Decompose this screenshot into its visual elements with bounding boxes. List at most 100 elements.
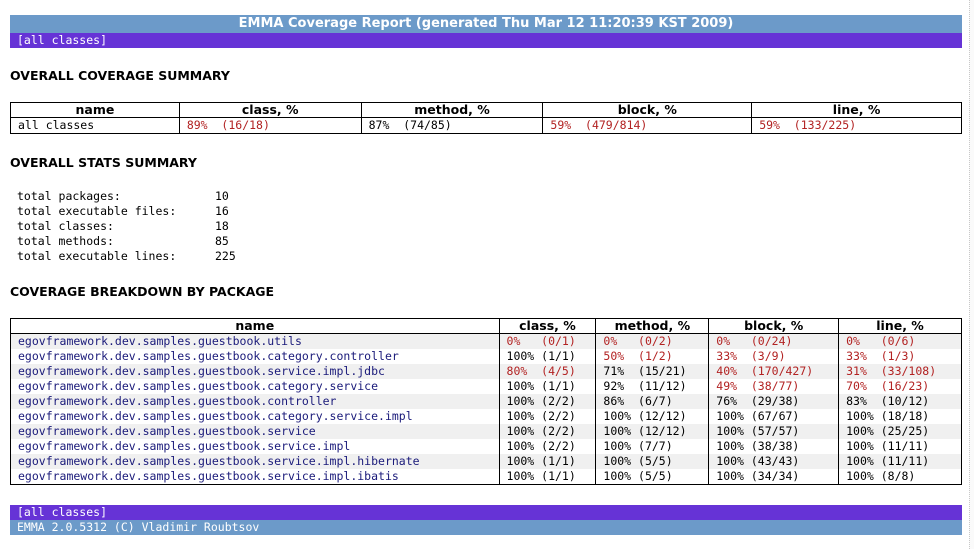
package-link[interactable]: egovframework.dev.samples.guestbook.serv… [18,424,316,438]
package-name-cell: egovframework.dev.samples.guestbook.cate… [10,409,500,424]
line-coverage: 100% (11/11) [838,454,962,469]
line-coverage: 100% (8/8) [838,469,962,485]
stat-value: 10 [215,189,229,203]
block-coverage: 100% (43/43) [708,454,840,469]
package-name-cell: egovframework.dev.samples.guestbook.serv… [10,454,500,469]
block-coverage: 100% (57/57) [708,424,840,439]
block-coverage: 0% (0/24) [708,333,840,349]
class-coverage: 80% (4/5) [498,364,597,379]
window-scrollbar[interactable] [969,0,974,549]
overall-coverage-heading: OVERALL COVERAGE SUMMARY [10,68,230,83]
line-coverage: 100% (11/11) [838,439,962,454]
method-coverage: 100% (5/5) [595,454,710,469]
block-coverage: 33% (3/9) [708,349,840,364]
table-row: all classes 89% (16/18) 87% (74/85) 59% … [10,117,962,134]
package-link[interactable]: egovframework.dev.samples.guestbook.serv… [18,364,385,378]
line-coverage: 31% (33/108) [838,364,962,379]
table-row: egovframework.dev.samples.guestbook.util… [10,333,962,349]
package-breakdown-table: name class, % method, % block, % line, %… [10,318,962,485]
stat-row: total packages: 10 [17,189,236,204]
class-coverage: 100% (2/2) [498,409,597,424]
block-coverage: 40% (170/427) [708,364,840,379]
table-row: egovframework.dev.samples.guestbook.cate… [10,409,962,424]
col-header-block: block, % [708,318,840,334]
package-link[interactable]: egovframework.dev.samples.guestbook.cate… [18,379,378,393]
class-coverage: 89% (16/18) [178,117,362,134]
table-row: egovframework.dev.samples.guestbook.serv… [10,439,962,454]
footer-credit: EMMA 2.0.5312 (C) Vladimir Roubtsov [10,520,962,535]
method-coverage: 100% (12/12) [595,409,710,424]
stats-summary-list: total packages: 10 total executable files… [17,189,236,264]
block-coverage: 49% (38/77) [708,379,840,394]
stat-label: total packages: [17,189,121,203]
method-coverage: 0% (0/2) [595,333,710,349]
row-name: all classes [10,117,180,134]
col-header-name: name [10,102,180,118]
package-link[interactable]: egovframework.dev.samples.guestbook.cate… [18,409,413,423]
package-link[interactable]: egovframework.dev.samples.guestbook.cate… [18,349,399,363]
table-header-row: name class, % method, % block, % line, % [10,318,962,334]
all-classes-link[interactable]: [all classes] [17,33,107,47]
package-name-cell: egovframework.dev.samples.guestbook.serv… [10,469,500,485]
all-classes-link-bottom[interactable]: [all classes] [17,505,107,519]
top-nav-bar: [all classes] [10,33,962,48]
table-row: egovframework.dev.samples.guestbook.cate… [10,349,962,364]
package-name-cell: egovframework.dev.samples.guestbook.serv… [10,364,500,379]
line-coverage: 83% (10/12) [838,394,962,409]
class-coverage: 100% (1/1) [498,349,597,364]
class-coverage: 100% (2/2) [498,394,597,409]
stat-row: total executable lines: 225 [17,249,236,264]
line-coverage: 100% (18/18) [838,409,962,424]
col-header-method: method, % [360,102,544,118]
package-name-cell: egovframework.dev.samples.guestbook.cate… [10,349,500,364]
package-rows: egovframework.dev.samples.guestbook.util… [10,333,962,485]
class-coverage: 100% (2/2) [498,439,597,454]
col-header-class: class, % [178,102,362,118]
footer: [all classes] EMMA 2.0.5312 (C) Vladimir… [10,505,962,535]
line-coverage: 33% (1/3) [838,349,962,364]
stat-row: total executable files: 16 [17,204,236,219]
line-coverage: 59% (133/225) [751,117,962,134]
class-coverage: 100% (2/2) [498,424,597,439]
stat-value: 225 [215,249,236,263]
method-coverage: 92% (11/12) [595,379,710,394]
package-link[interactable]: egovframework.dev.samples.guestbook.cont… [18,394,337,408]
package-link[interactable]: egovframework.dev.samples.guestbook.serv… [18,469,399,483]
stat-value: 18 [215,219,229,233]
stat-row: total classes: 18 [17,219,236,234]
class-coverage: 100% (1/1) [498,469,597,485]
report-page: EMMA Coverage Report (generated Thu Mar … [10,15,962,535]
package-name-cell: egovframework.dev.samples.guestbook.util… [10,333,500,349]
method-coverage: 100% (12/12) [595,424,710,439]
method-coverage: 87% (74/85) [360,117,544,134]
stat-value: 16 [215,204,229,218]
package-name-cell: egovframework.dev.samples.guestbook.serv… [10,439,500,454]
stat-row: total methods: 85 [17,234,236,249]
method-coverage: 100% (7/7) [595,439,710,454]
col-header-class: class, % [498,318,597,334]
col-header-name: name [10,318,500,334]
block-coverage: 76% (29/38) [708,394,840,409]
stat-label: total classes: [17,219,114,233]
col-header-block: block, % [542,102,753,118]
package-link[interactable]: egovframework.dev.samples.guestbook.serv… [18,439,350,453]
table-row: egovframework.dev.samples.guestbook.cont… [10,394,962,409]
package-name-cell: egovframework.dev.samples.guestbook.cate… [10,379,500,394]
report-title: EMMA Coverage Report (generated Thu Mar … [10,15,962,33]
package-name-cell: egovframework.dev.samples.guestbook.cont… [10,394,500,409]
col-header-method: method, % [595,318,710,334]
table-row: egovframework.dev.samples.guestbook.serv… [10,469,962,485]
package-link[interactable]: egovframework.dev.samples.guestbook.util… [18,334,302,348]
package-link[interactable]: egovframework.dev.samples.guestbook.serv… [18,454,420,468]
table-row: egovframework.dev.samples.guestbook.serv… [10,424,962,439]
block-coverage: 100% (38/38) [708,439,840,454]
stats-summary-heading: OVERALL STATS SUMMARY [10,155,197,170]
col-header-line: line, % [751,102,962,118]
table-row: egovframework.dev.samples.guestbook.cate… [10,379,962,394]
line-coverage: 100% (25/25) [838,424,962,439]
method-coverage: 100% (5/5) [595,469,710,485]
package-name-cell: egovframework.dev.samples.guestbook.serv… [10,424,500,439]
method-coverage: 86% (6/7) [595,394,710,409]
table-row: egovframework.dev.samples.guestbook.serv… [10,454,962,469]
bottom-nav-bar: [all classes] [10,505,962,520]
